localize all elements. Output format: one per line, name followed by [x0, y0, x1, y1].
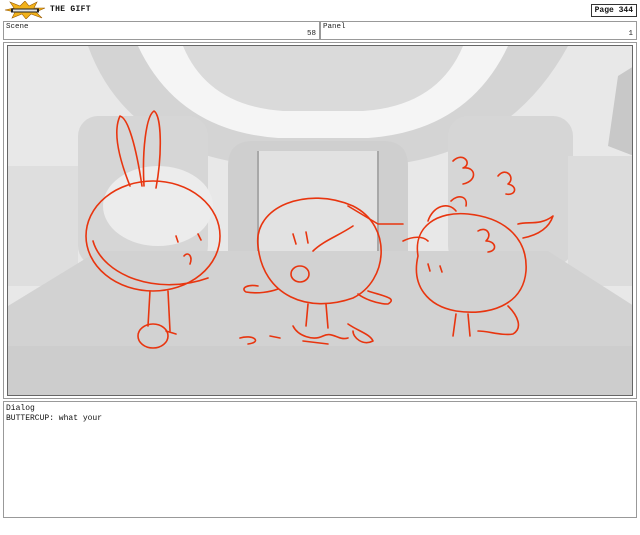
storyboard-header: THE GIFT Page 344 — [0, 0, 640, 20]
dialog-box: Dialog BUTTERCUP: what your — [3, 401, 637, 518]
document-title: THE GIFT — [50, 5, 91, 14]
panel-drawing — [8, 46, 632, 395]
explosion-logo-icon — [4, 1, 46, 19]
dialog-label: Dialog — [6, 404, 35, 413]
panel-label: Panel — [323, 23, 346, 31]
scene-value: 58 — [306, 30, 316, 38]
storyboard-panel-image — [7, 45, 633, 396]
scene-field: Scene 58 — [3, 21, 320, 40]
dialog-text: BUTTERCUP: what your — [6, 414, 103, 423]
panel-field: Panel 1 — [320, 21, 637, 40]
panel-value: 1 — [628, 30, 633, 38]
page-number: Page 344 — [590, 4, 637, 17]
scene-label: Scene — [6, 23, 29, 31]
